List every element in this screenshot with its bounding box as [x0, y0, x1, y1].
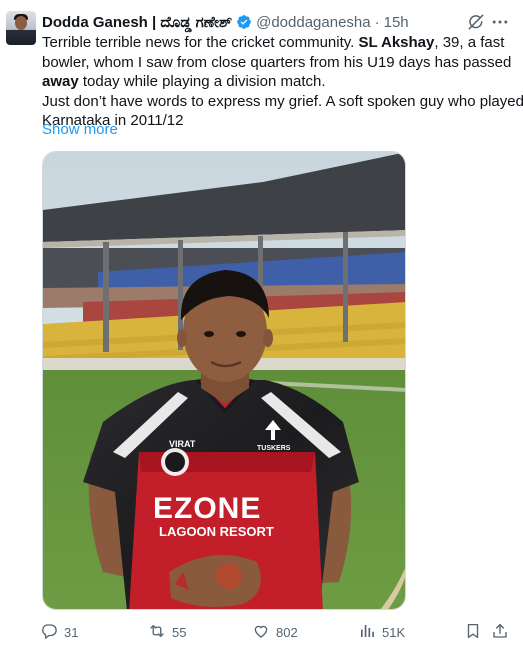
tweet-actions: 31 55 802 51K: [40, 622, 510, 642]
tweet-highlight: SL Akshay: [358, 34, 435, 51]
tweet-text-line: bowler, whom I saw from close quarters f…: [42, 53, 512, 71]
tweet-text: Terrible terrible news for the cricket c…: [42, 33, 523, 131]
jersey-team-logo: TUSKERS: [257, 445, 291, 452]
bookmark-icon: [464, 622, 482, 643]
separator-dot: ·: [374, 13, 380, 31]
jersey-brand-text: EZONE: [153, 492, 261, 525]
tweet-photo[interactable]: VIRAT TUSKERS EZONE LAGOON RESORT: [42, 151, 406, 610]
views-icon: [358, 622, 382, 643]
tweet-text-line: away today while playing a division matc…: [42, 73, 326, 90]
more-icon[interactable]: [490, 12, 510, 32]
tweet-highlight: away: [42, 73, 79, 90]
like-count: 802: [276, 624, 298, 640]
share-icon: [491, 622, 509, 643]
tweet-text-line: Terrible terrible news for the cricket c…: [42, 34, 505, 51]
tweet-text-line: Just don’t have words to express my grie…: [42, 92, 523, 110]
reply-icon: [40, 622, 64, 643]
retweet-count: 55: [172, 624, 187, 640]
jersey-sub-text: LAGOON RESORT: [159, 524, 274, 539]
grok-icon[interactable]: [466, 12, 486, 32]
share-button[interactable]: [491, 622, 509, 642]
tweet-timestamp[interactable]: 15h: [384, 14, 409, 31]
reply-count: 31: [64, 624, 79, 640]
bookmark-button[interactable]: [464, 622, 482, 642]
tweet-header: Dodda Ganesh | ದೊಡ್ಡ ಗಣೇಶ್ @doddaganesha…: [42, 12, 409, 32]
views-button[interactable]: 51K: [358, 622, 405, 642]
jersey-chest-logo: VIRAT: [169, 439, 196, 449]
author-handle[interactable]: @doddaganesha: [256, 14, 371, 31]
like-button[interactable]: 802: [252, 622, 298, 642]
avatar[interactable]: [6, 11, 36, 45]
show-more-link[interactable]: Show more: [42, 121, 118, 138]
retweet-button[interactable]: 55: [148, 622, 186, 642]
like-icon: [252, 622, 276, 643]
verified-icon: [236, 14, 252, 30]
view-count: 51K: [382, 624, 406, 640]
tweet[interactable]: Dodda Ganesh | ದೊಡ್ಡ ಗಣೇಶ್ @doddaganesha…: [0, 0, 523, 646]
reply-button[interactable]: 31: [40, 622, 78, 642]
retweet-icon: [148, 622, 172, 643]
author-display-name[interactable]: Dodda Ganesh | ದೊಡ್ಡ ಗಣೇಶ್: [42, 14, 232, 31]
